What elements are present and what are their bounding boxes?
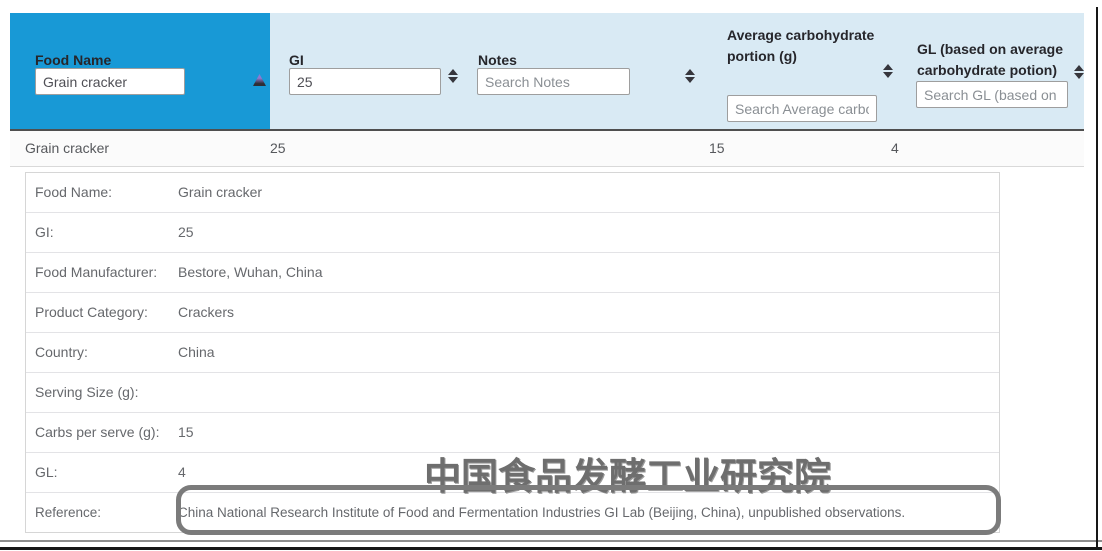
detail-label: GL: (26, 453, 178, 492)
detail-value: Bestore, Wuhan, China (178, 253, 999, 292)
column-header-food-name[interactable]: Food Name (10, 13, 270, 131)
detail-value: Crackers (178, 293, 999, 332)
detail-row-category: Product Category: Crackers (26, 293, 999, 333)
window-frame-right (1096, 7, 1098, 550)
detail-value: Grain cracker (178, 173, 999, 212)
detail-label: Country: (26, 333, 178, 372)
gi-filter-input[interactable] (289, 68, 441, 95)
sort-ascending-icon[interactable] (253, 74, 266, 86)
row-food-name: Grain cracker (25, 131, 109, 166)
detail-value (178, 373, 999, 412)
row-avg-carb: 15 (709, 131, 725, 166)
row-gl: 4 (891, 131, 899, 166)
notes-filter-input[interactable] (477, 68, 630, 95)
watermark-text: 中国食品发酵工业研究院 (424, 446, 831, 500)
detail-label: Food Name: (26, 173, 178, 212)
detail-label: Food Manufacturer: (26, 253, 178, 292)
column-header-gi[interactable]: GI (270, 13, 460, 131)
food-name-filter-input[interactable] (35, 68, 185, 95)
detail-row-food-name: Food Name: Grain cracker (26, 173, 999, 213)
gl-column-label: GL (based on average carbohydrate potion… (917, 39, 1077, 81)
table-row[interactable]: Grain cracker 25 15 4 (10, 131, 1084, 167)
page-bottom-divider (0, 540, 1102, 542)
detail-row-manufacturer: Food Manufacturer: Bestore, Wuhan, China (26, 253, 999, 293)
gl-filter-input[interactable] (916, 81, 1068, 108)
row-gi: 25 (270, 131, 286, 166)
column-header-gl[interactable]: GL (based on average carbohydrate potion… (897, 13, 1084, 131)
detail-label: Carbs per serve (g): (26, 413, 178, 452)
sort-updown-icon[interactable] (685, 69, 695, 83)
sort-updown-icon[interactable] (1074, 65, 1084, 79)
sort-updown-icon[interactable] (448, 69, 458, 83)
column-header-avg-carb[interactable]: Average carbohydrate portion (g) (700, 13, 897, 131)
window-frame-bottom (0, 547, 1102, 550)
filter-header: Food Name GI Notes Average carbohydrate … (10, 13, 1084, 131)
detail-row-country: Country: China (26, 333, 999, 373)
detail-value: China (178, 333, 999, 372)
sort-updown-icon[interactable] (883, 64, 893, 78)
detail-value: 25 (178, 213, 999, 252)
detail-label: Product Category: (26, 293, 178, 332)
detail-row-gi: GI: 25 (26, 213, 999, 253)
avg-carb-column-label: Average carbohydrate portion (g) (727, 25, 879, 67)
column-header-notes[interactable]: Notes (460, 13, 700, 131)
detail-label: Serving Size (g): (26, 373, 178, 412)
detail-row-serving-size: Serving Size (g): (26, 373, 999, 413)
detail-label: GI: (26, 213, 178, 252)
detail-label: Reference: (26, 493, 178, 533)
avg-carb-filter-input[interactable] (727, 95, 877, 122)
